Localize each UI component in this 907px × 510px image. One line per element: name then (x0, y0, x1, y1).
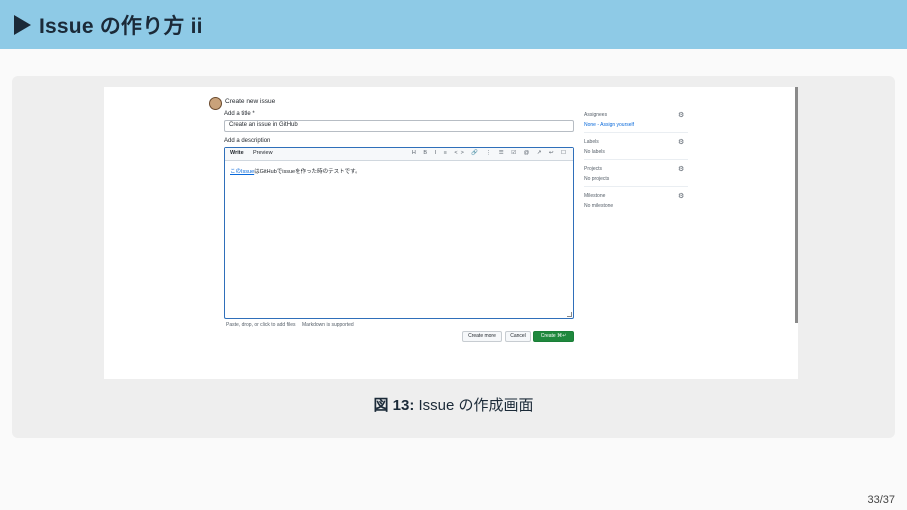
sidebar-divider (584, 186, 688, 187)
sidebar-assignees-label: Assignees (584, 112, 608, 118)
caption-text: Issue の作成画面 (414, 397, 534, 414)
caption-label: 図 13: (373, 397, 415, 414)
slide-header: Issue の作り方 ii (0, 0, 907, 49)
sidebar-labels-value: No labels (584, 149, 605, 155)
editor-toolbar: Write Preview H B I ≡ <> 🔗 ⋮ ☰ ☑ @ ↗ ↩ ☐ (225, 148, 573, 161)
create-more-toggle[interactable]: Create more (462, 331, 502, 342)
description-body: はGitHubでissueを作った時のテストです。 (254, 169, 361, 175)
issue-form-screenshot: Create new issue Add a title * Create an… (104, 87, 798, 379)
cancel-button[interactable]: Cancel (505, 331, 531, 342)
sidebar-projects-value: No projects (584, 176, 610, 182)
tab-preview[interactable]: Preview (253, 150, 273, 156)
sidebar-milestone-value: No milestone (584, 203, 614, 209)
description-text[interactable]: このIssueはGitHubでissueを作った時のテストです。 (230, 167, 361, 175)
gear-icon[interactable]: ⚙ (678, 138, 684, 146)
sidebar-divider (584, 159, 688, 160)
gear-icon[interactable]: ⚙ (678, 165, 684, 173)
issue-title-value: Create an issue in GitHub (229, 122, 298, 128)
sidebar-labels-label: Labels (584, 139, 599, 145)
page-number: 33/37 (867, 494, 895, 506)
title-label: Add a title * (224, 111, 255, 117)
form-heading: Create new issue (225, 98, 276, 105)
scrollbar[interactable] (795, 87, 798, 323)
gear-icon[interactable]: ⚙ (678, 192, 684, 200)
sidebar-divider (584, 132, 688, 133)
sidebar-projects-label: Projects (584, 166, 603, 172)
attach-files-hint[interactable]: Paste, drop, or click to add files (226, 322, 295, 328)
sidebar-assignees-value[interactable]: None - Assign yourself (584, 122, 634, 128)
issue-title-input[interactable]: Create an issue in GitHub (224, 120, 574, 132)
figure-caption: 図 13: Issue の作成画面 (0, 394, 907, 415)
avatar (209, 97, 222, 110)
description-label: Add a description (224, 138, 271, 144)
description-editor[interactable]: Write Preview H B I ≡ <> 🔗 ⋮ ☰ ☑ @ ↗ ↩ ☐… (224, 147, 574, 319)
formatting-toolbar-icons[interactable]: H B I ≡ <> 🔗 ⋮ ☰ ☑ @ ↗ ↩ ☐ (412, 150, 569, 156)
slide-title: Issue の作り方 ii (39, 14, 203, 38)
gear-icon[interactable]: ⚙ (678, 111, 684, 119)
resize-handle-icon[interactable] (567, 312, 572, 317)
sidebar-milestone-label: Milestone (584, 193, 606, 199)
markdown-hint: Markdown is supported (302, 322, 354, 328)
tab-write[interactable]: Write (230, 150, 244, 156)
play-triangle-icon (14, 14, 31, 35)
description-prefix: このIssue (230, 169, 255, 175)
create-issue-button[interactable]: Create ⌘↵ (533, 331, 574, 342)
